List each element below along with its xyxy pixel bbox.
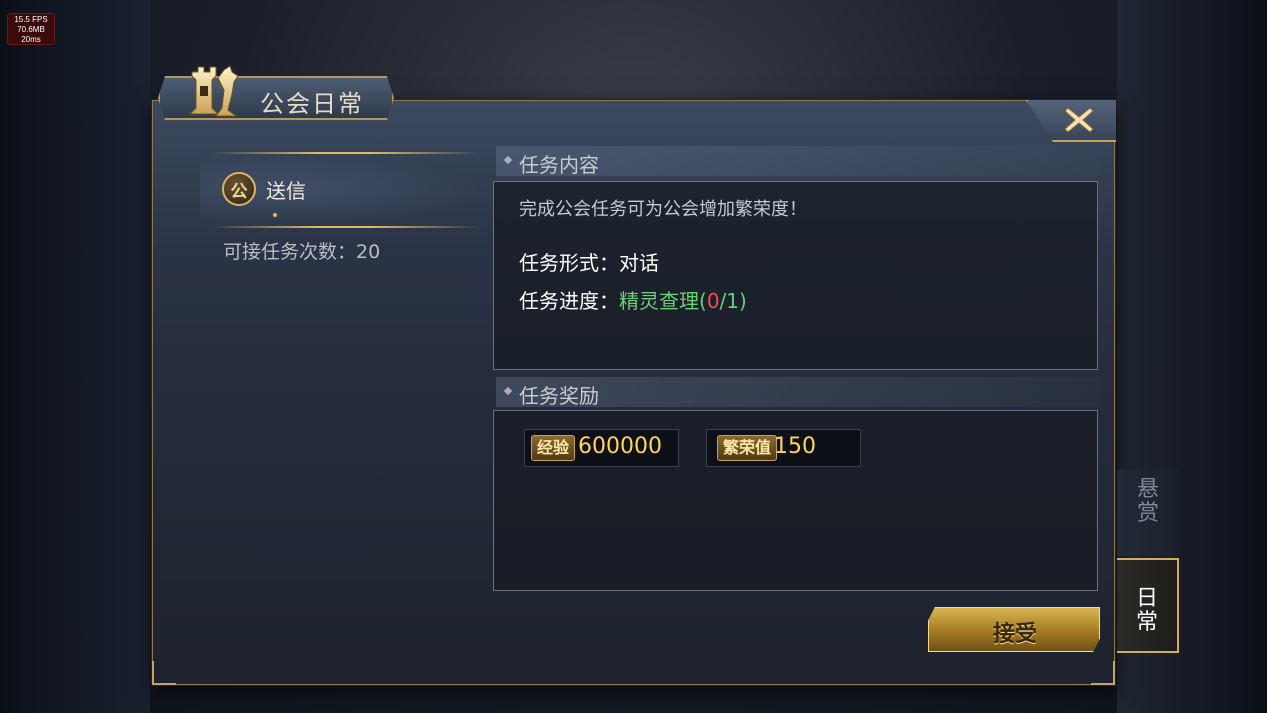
diamond-bullet-icon xyxy=(503,155,513,165)
accept-label: 接受 xyxy=(992,622,1037,647)
selection-line-top xyxy=(210,152,480,154)
task-name[interactable]: 送信 xyxy=(266,175,306,204)
task-progress-label: 任务进度： xyxy=(519,289,619,313)
exp-value: 600000 xyxy=(578,434,662,459)
tab-daily[interactable]: 日 常 xyxy=(1117,558,1179,653)
tab-bounty[interactable]: 悬 赏 xyxy=(1117,470,1179,556)
background-left xyxy=(0,0,150,713)
exp-tag-icon: 经验 xyxy=(531,435,576,461)
selection-dot xyxy=(273,213,277,217)
task-form-row: 任务形式：对话 xyxy=(519,247,659,276)
reward-prosperity[interactable]: 繁荣值 150 xyxy=(706,429,861,467)
section-title: 任务内容 xyxy=(519,153,599,177)
task-description: 完成公会任务可为公会增加繁荣度！ xyxy=(519,199,807,220)
task-rewards-header: 任务奖励 xyxy=(496,377,1098,408)
prosperity-tag-icon: 繁荣值 xyxy=(717,435,778,461)
task-progress-row: 任务进度：精灵查理(0/1) xyxy=(519,285,747,314)
progress-target[interactable]: 精灵查理 xyxy=(619,289,699,313)
guild-badge-icon: 公 xyxy=(222,172,256,206)
task-content-header: 任务内容 xyxy=(496,146,1098,177)
close-icon[interactable] xyxy=(1062,104,1096,136)
fps-text: 15.5 FPS xyxy=(14,15,48,24)
progress-current: 0 xyxy=(706,289,720,313)
progress-open: ( xyxy=(699,289,707,313)
selection-line-bottom xyxy=(210,226,480,228)
task-form-value: 对话 xyxy=(619,251,659,275)
task-form-label: 任务形式： xyxy=(519,251,619,275)
progress-total: /1) xyxy=(719,289,747,313)
guild-tower-icon xyxy=(188,65,239,117)
prosperity-value: 150 xyxy=(774,434,816,459)
tab-char: 常 xyxy=(1135,610,1158,635)
memory-text: 70.6MB xyxy=(17,25,45,34)
tab-char: 赏 xyxy=(1136,501,1159,526)
tab-char: 日 xyxy=(1135,586,1158,611)
section-title: 任务奖励 xyxy=(519,384,599,408)
diamond-bullet-icon xyxy=(503,386,513,396)
reward-exp[interactable]: 经验 600000 xyxy=(524,429,679,467)
latency-text: 20ms xyxy=(21,35,41,44)
tab-char: 悬 xyxy=(1136,477,1159,502)
corner-ornament-right xyxy=(1091,661,1115,685)
corner-ornament-left xyxy=(152,661,176,685)
remaining-tasks-count: 可接任务次数：20 xyxy=(223,241,381,263)
accept-button[interactable]: 接受 xyxy=(928,607,1100,652)
page-title: 公会日常 xyxy=(260,90,364,118)
debug-overlay: 15.5 FPS 70.6MB 20ms xyxy=(7,13,55,45)
